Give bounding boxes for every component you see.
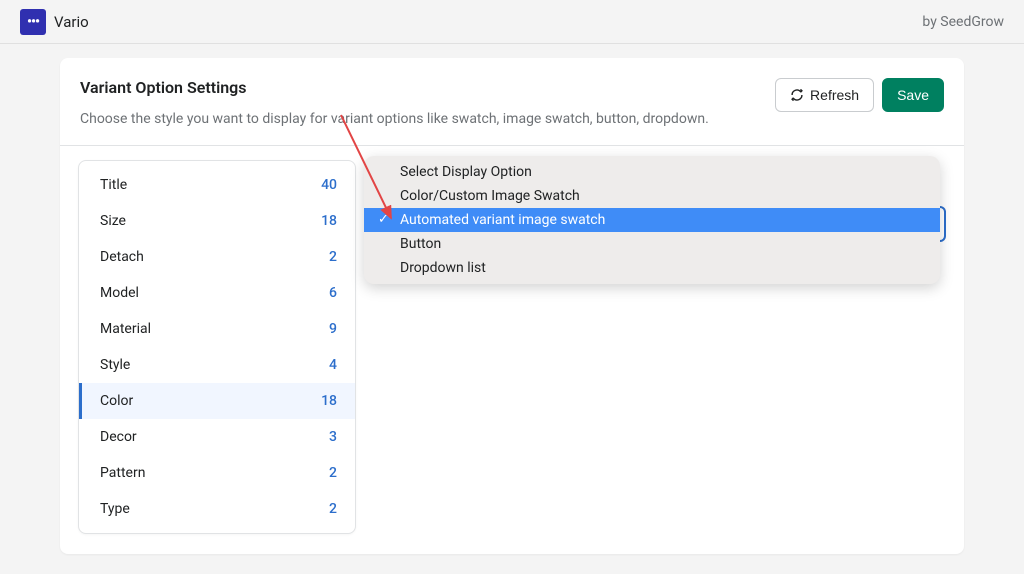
sidebar-item-count: 18 <box>321 393 337 409</box>
topbar-left: ••• Vario <box>20 9 89 35</box>
sidebar-item-size[interactable]: Size 18 <box>79 203 355 239</box>
refresh-icon <box>790 88 804 102</box>
display-option-dropdown: Select Display OptionColor/Custom Image … <box>364 156 940 284</box>
sidebar-item-label: Type <box>100 501 130 517</box>
sidebar-item-color[interactable]: Color 18 <box>79 383 355 419</box>
sidebar-item-label: Decor <box>100 429 137 445</box>
card-header: Variant Option Settings Choose the style… <box>60 58 964 146</box>
sidebar-item-count: 4 <box>329 357 337 373</box>
dropdown-option[interactable]: Automated variant image swatch <box>364 208 940 232</box>
refresh-button-label: Refresh <box>810 87 859 103</box>
sidebar-item-material[interactable]: Material 9 <box>79 311 355 347</box>
option-sidebar: Title 40 Size 18 Detach 2 Model 6 Material 9 Style… <box>78 160 356 534</box>
sidebar-item-label: Detach <box>100 249 144 265</box>
card-body: Title 40 Size 18 Detach 2 Model 6 Material 9 Style… <box>60 146 964 554</box>
sidebar-item-label: Title <box>100 177 127 193</box>
dropdown-option[interactable]: Color/Custom Image Swatch <box>364 184 940 208</box>
sidebar-item-type[interactable]: Type 2 <box>79 491 355 527</box>
sidebar-item-label: Pattern <box>100 465 145 481</box>
main-card: Variant Option Settings Choose the style… <box>60 58 964 554</box>
dropdown-option[interactable]: Button <box>364 232 940 256</box>
dropdown-header: Select Display Option <box>364 160 940 184</box>
sidebar-item-title[interactable]: Title 40 <box>79 167 355 203</box>
sidebar-item-count: 9 <box>329 321 337 337</box>
sidebar-item-count: 6 <box>329 285 337 301</box>
page-subtitle: Choose the style you want to display for… <box>80 111 775 127</box>
app-name: Vario <box>54 13 89 31</box>
sidebar-item-count: 18 <box>321 213 337 229</box>
sidebar-item-decor[interactable]: Decor 3 <box>79 419 355 455</box>
sidebar-item-count: 2 <box>329 465 337 481</box>
sidebar-item-count: 2 <box>329 249 337 265</box>
sidebar-item-count: 3 <box>329 429 337 445</box>
sidebar-item-style[interactable]: Style 4 <box>79 347 355 383</box>
save-button-label: Save <box>897 87 929 103</box>
app-logo: ••• <box>20 9 46 35</box>
sidebar-item-model[interactable]: Model 6 <box>79 275 355 311</box>
sidebar-item-count: 2 <box>329 501 337 517</box>
dropdown-option[interactable]: Dropdown list <box>364 256 940 280</box>
sidebar-item-label: Model <box>100 285 139 301</box>
page-title: Variant Option Settings <box>80 78 775 97</box>
refresh-button[interactable]: Refresh <box>775 78 874 112</box>
topbar: ••• Vario by SeedGrow <box>0 0 1024 44</box>
sidebar-item-label: Size <box>100 213 126 229</box>
card-header-left: Variant Option Settings Choose the style… <box>80 78 775 127</box>
sidebar-item-label: Material <box>100 321 151 337</box>
save-button[interactable]: Save <box>882 78 944 112</box>
content-area: Select Display OptionColor/Custom Image … <box>370 160 946 534</box>
card-header-actions: Refresh Save <box>775 78 944 112</box>
topbar-right: by SeedGrow <box>922 14 1004 30</box>
sidebar-item-label: Color <box>100 393 133 409</box>
sidebar-item-detach[interactable]: Detach 2 <box>79 239 355 275</box>
sidebar-item-count: 40 <box>321 177 337 193</box>
sidebar-item-pattern[interactable]: Pattern 2 <box>79 455 355 491</box>
sidebar-item-label: Style <box>100 357 130 373</box>
